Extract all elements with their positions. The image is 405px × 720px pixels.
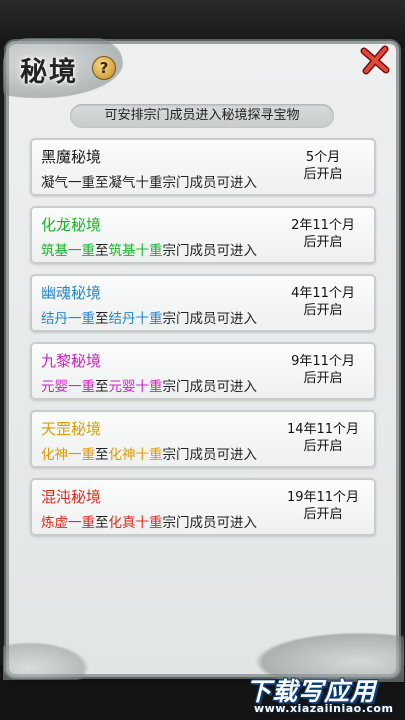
rank-connector: 至 <box>95 379 109 395</box>
rank-end: 元婴十重 <box>108 379 163 395</box>
countdown-duration: 5个月 <box>305 150 341 165</box>
rank-start: 凝气一重 <box>41 175 95 191</box>
open-countdown: 2年11个月 后开启 <box>278 217 368 251</box>
open-countdown: 14年11个月 后开启 <box>278 421 368 455</box>
requirement-suffix: 宗门成员可进入 <box>162 175 258 191</box>
realm-name: 九黎秘境 <box>41 352 102 370</box>
requirement-suffix: 宗门成员可进入 <box>162 515 258 531</box>
open-countdown: 4年11个月 后开启 <box>278 285 368 319</box>
requirement-suffix: 宗门成员可进入 <box>162 311 258 327</box>
requirement-suffix: 宗门成员可进入 <box>162 447 258 463</box>
rank-end: 化真十重 <box>108 515 163 531</box>
realm-requirement: 结丹一重至结丹十重宗门成员可进入 <box>41 307 257 327</box>
realm-item[interactable]: 混沌秘境炼虚一重至化真十重宗门成员可进入 19年11个月 后开启 <box>30 478 376 536</box>
realm-item[interactable]: 天罡秘境化神一重至化神十重宗门成员可进入 14年11个月 后开启 <box>30 410 376 468</box>
realm-item[interactable]: 九黎秘境元婴一重至元婴十重宗门成员可进入 9年11个月 后开启 <box>30 342 376 400</box>
rank-start: 炼虚一重 <box>41 515 95 531</box>
question-mark-icon[interactable]: ? <box>92 56 116 80</box>
rank-end: 结丹十重 <box>108 311 163 327</box>
countdown-label: 后开启 <box>303 167 343 182</box>
countdown-duration: 19年11个月 <box>286 490 360 505</box>
countdown-label: 后开启 <box>303 371 343 386</box>
realm-requirement: 凝气一重至凝气十重宗门成员可进入 <box>41 171 257 191</box>
realm-name: 黑魔秘境 <box>41 148 102 166</box>
realm-requirement: 炼虚一重至化真十重宗门成员可进入 <box>41 511 257 531</box>
realm-name: 化龙秘境 <box>41 216 102 234</box>
watermark-url: www.xiazaiiniao.com <box>254 702 394 715</box>
rank-start: 元婴一重 <box>41 379 95 395</box>
rank-start: 化神一重 <box>41 447 95 463</box>
realm-name: 幽魂秘境 <box>41 284 102 302</box>
rank-connector: 至 <box>95 311 109 327</box>
countdown-label: 后开启 <box>303 235 343 250</box>
site-watermark: 下载写应用 www.xiazaiiniao.com <box>246 672 398 716</box>
subtitle-bar: 可安排宗门成员进入秘境探寻宝物 <box>70 104 334 128</box>
countdown-label: 后开启 <box>303 439 343 454</box>
panel-title: 秘境 <box>20 57 78 88</box>
realm-requirement: 筑基一重至筑基十重宗门成员可进入 <box>41 239 257 259</box>
requirement-suffix: 宗门成员可进入 <box>162 379 258 395</box>
realm-name: 天罡秘境 <box>41 420 102 438</box>
countdown-label: 后开启 <box>303 507 343 522</box>
realm-list: 黑魔秘境 凝气一重至凝气十重宗门成员可进入 5个月 后开启 化龙秘境 筑基一重至筑基十重宗… <box>30 138 376 546</box>
rank-connector: 至 <box>95 175 109 191</box>
countdown-duration: 9年11个月 <box>291 354 355 369</box>
countdown-duration: 4年11个月 <box>291 286 355 301</box>
open-countdown: 5个月后开启 <box>278 149 368 183</box>
rank-end: 凝气十重 <box>108 175 163 191</box>
countdown-label: 后开启 <box>303 303 343 318</box>
cloud-ornament-bottom-left <box>3 640 93 680</box>
realm-requirement: 化神一重至化神十重宗门成员可进入 <box>41 443 257 463</box>
rank-start: 结丹一重 <box>41 311 95 327</box>
rank-end: 筑基十重 <box>108 243 163 259</box>
open-countdown: 9年11个月 后开启 <box>278 353 368 387</box>
countdown-duration: 14年11个月 <box>286 422 360 437</box>
rank-connector: 至 <box>95 515 109 531</box>
open-countdown: 19年11个月 后开启 <box>278 489 368 523</box>
rank-start: 筑基一重 <box>41 243 95 259</box>
rank-end: 化神十重 <box>108 447 163 463</box>
rank-connector: 至 <box>95 447 109 463</box>
realm-item[interactable]: 化龙秘境筑基一重至筑基十重宗门成员可进入 2年11个月 后开启 <box>30 206 376 264</box>
rank-connector: 至 <box>95 243 109 259</box>
countdown-duration: 2年11个月 <box>291 218 355 233</box>
realm-requirement: 元婴一重至元婴十重宗门成员可进入 <box>41 375 257 395</box>
close-icon[interactable] <box>359 44 391 76</box>
realm-item[interactable]: 幽魂秘境结丹一重至结丹十重宗门成员可进入 4年11个月 后开启 <box>30 274 376 332</box>
requirement-suffix: 宗门成员可进入 <box>162 243 258 259</box>
realm-item[interactable]: 黑魔秘境凝气一重至凝气十重宗门成员可进入 5个月后开启 <box>30 138 376 196</box>
realm-name: 混沌秘境 <box>41 488 102 506</box>
